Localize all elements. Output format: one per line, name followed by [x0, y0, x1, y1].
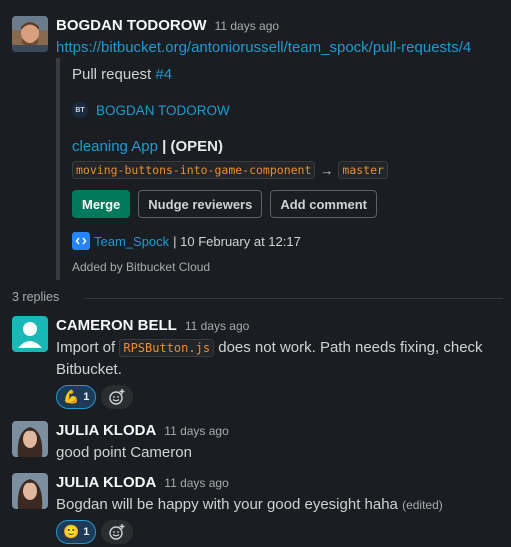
message-text-part: Import of — [56, 339, 116, 356]
message-text-part: Bogdan will be happy with your good eyes… — [56, 496, 398, 513]
attachment-footer: Team_Spock | 10 February at 12:17 — [72, 231, 496, 251]
reaction-count: 1 — [83, 391, 90, 403]
added-by-label: Added by Bitbucket Cloud — [72, 260, 211, 274]
message-text: good point Cameron — [56, 444, 192, 461]
pr-repo-line: cleaning App | (OPEN) — [72, 136, 496, 158]
pull-request-link[interactable]: https://bitbucket.org/antoniorussell/tea… — [56, 39, 471, 56]
replies-count: 3 replies — [12, 290, 60, 304]
avatar-bogdan[interactable] — [12, 16, 48, 52]
reaction-flexed-biceps[interactable]: 💪 1 — [56, 385, 97, 409]
reactions-row: 🙂 1 — [56, 520, 503, 544]
avatar-cameron[interactable] — [12, 316, 48, 352]
divider-line — [84, 298, 503, 299]
nudge-reviewers-button[interactable]: Nudge reviewers — [138, 190, 263, 218]
pr-status: | (OPEN) — [162, 138, 223, 155]
replies-divider: 3 replies — [12, 290, 503, 306]
reaction-smile[interactable]: 🙂 1 — [56, 520, 97, 544]
message-timestamp[interactable]: 11 days ago — [185, 316, 250, 336]
arrow-right-icon: → — [320, 162, 334, 178]
message-timestamp[interactable]: 11 days ago — [164, 473, 229, 493]
avatar-julia[interactable] — [12, 421, 48, 457]
message-timestamp[interactable]: 11 days ago — [164, 421, 229, 441]
merge-button[interactable]: Merge — [72, 190, 131, 218]
inline-code: RPSButton.js — [119, 339, 215, 357]
pr-author-row: BT BOGDAN TODOROW — [72, 100, 496, 120]
message-text: Bogdan will be happy with your good eyes… — [56, 494, 503, 516]
avatar-julia[interactable] — [12, 473, 48, 509]
add-reaction-button[interactable] — [101, 520, 134, 544]
message-timestamp[interactable]: 11 days ago — [215, 16, 280, 36]
reply-message: CAMERON BELL 11 days ago Import of RPSBu… — [12, 316, 503, 409]
repo-link[interactable]: Team_Spock — [94, 234, 169, 249]
reactions-row: 💪 1 — [56, 385, 503, 409]
pr-title: Pull request #4 — [72, 64, 496, 86]
message-author[interactable]: JULIA KLODA — [56, 421, 156, 441]
parent-message: BOGDAN TODOROW 11 days ago https://bitbu… — [12, 16, 503, 56]
message-author[interactable]: JULIA KLODA — [56, 473, 156, 493]
pr-number-link[interactable]: #4 — [155, 66, 172, 83]
reply-message: JULIA KLODA 11 days ago good point Camer… — [12, 421, 503, 465]
bitbucket-attachment: Pull request #4 BT BOGDAN TODOROW cleani… — [56, 58, 496, 280]
reply-message: JULIA KLODA 11 days ago Bogdan will be h… — [12, 473, 503, 544]
action-buttons: Merge Nudge reviewers Add comment — [72, 190, 496, 218]
message-author[interactable]: BOGDAN TODOROW — [56, 16, 207, 36]
attachment-date: | 10 February at 12:17 — [173, 233, 301, 249]
source-branch: moving-buttons-into-game-component — [72, 161, 316, 179]
add-reaction-button[interactable] — [101, 385, 134, 409]
message-author[interactable]: CAMERON BELL — [56, 316, 177, 336]
add-emoji-icon — [109, 524, 125, 540]
target-branch: master — [338, 161, 388, 179]
app-name-link[interactable]: cleaning App — [72, 138, 158, 155]
add-emoji-icon — [109, 389, 125, 405]
branch-row: moving-buttons-into-game-component → mas… — [72, 160, 496, 180]
bitbucket-icon — [72, 232, 90, 250]
smile-icon: 🙂 — [63, 524, 80, 539]
pr-label: Pull request — [72, 66, 152, 83]
flexed-biceps-icon: 💪 — [63, 389, 80, 404]
message-text: Import of RPSButton.js does not work. Pa… — [56, 337, 503, 381]
edited-label: (edited) — [402, 498, 443, 512]
add-comment-button[interactable]: Add comment — [270, 190, 378, 218]
reaction-count: 1 — [83, 526, 90, 538]
pr-author-link[interactable]: BOGDAN TODOROW — [96, 103, 230, 118]
bitbucket-author-badge: BT — [72, 102, 88, 118]
